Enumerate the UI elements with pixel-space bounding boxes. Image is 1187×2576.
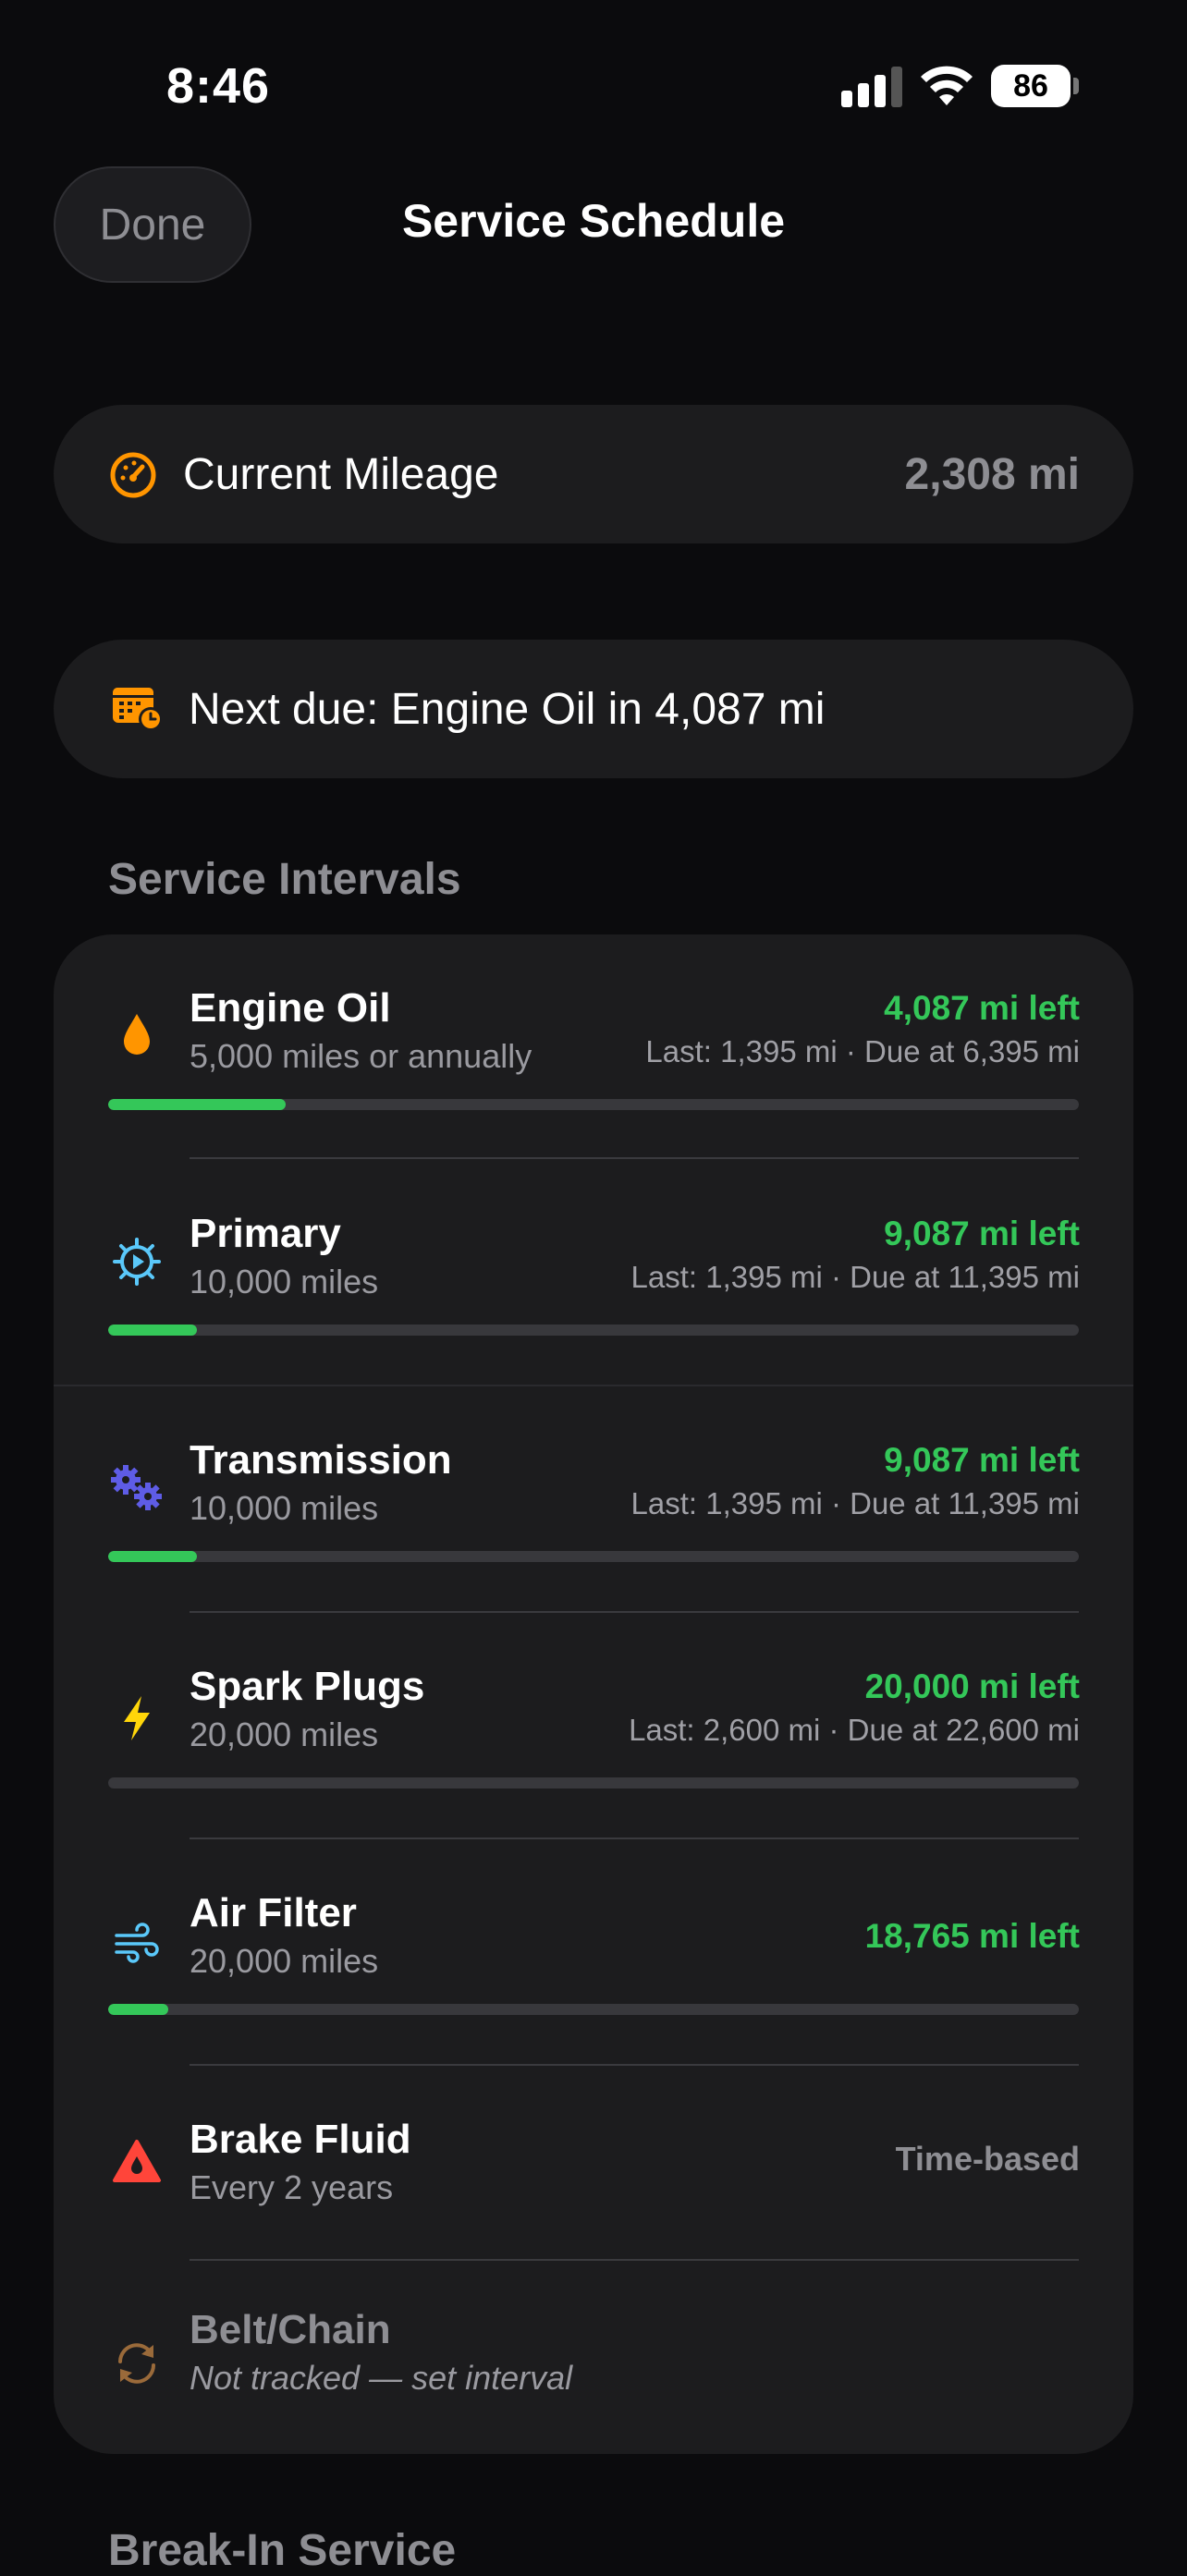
interval-frequency: 20,000 miles — [190, 1942, 379, 1980]
interval-row-belt-chain[interactable]: Belt/Chain Not tracked — set interval — [54, 2261, 1133, 2454]
status-time: 8:46 — [166, 58, 271, 114]
gauge-icon — [110, 452, 156, 498]
interval-remaining: 20,000 mi left — [864, 1667, 1080, 1705]
progress-fill — [108, 1099, 287, 1110]
battery-tip — [1073, 78, 1079, 94]
progress-track — [108, 2004, 1079, 2015]
interval-remaining: 4,087 mi left — [884, 989, 1080, 1027]
interval-name: Engine Oil — [190, 985, 391, 1031]
progress-fill — [108, 1325, 197, 1336]
interval-remaining: 9,087 mi left — [884, 1215, 1080, 1252]
progress-fill — [108, 1551, 197, 1562]
warning-drop-icon — [113, 2140, 161, 2182]
cellular-signal-icon — [841, 67, 902, 107]
interval-name: Belt/Chain — [190, 2307, 391, 2352]
interval-row-brake-fluid[interactable]: Brake Fluid Every 2 years Time-based — [54, 2066, 1133, 2260]
interval-row-transmission[interactable]: Transmission 10,000 miles 9,087 mi left … — [54, 1386, 1133, 1612]
interval-name: Transmission — [190, 1437, 452, 1483]
page-title: Service Schedule — [401, 195, 786, 247]
interval-frequency: 5,000 miles or annually — [190, 1037, 532, 1075]
interval-detail: Last: 1,395 mi · Due at 6,395 mi — [645, 1034, 1080, 1068]
next-due-text: Next due: Engine Oil in 4,087 mi — [189, 685, 826, 734]
calendar-clock-icon — [113, 688, 163, 731]
interval-frequency: Not tracked — set interval — [190, 2359, 573, 2397]
cycle-arrows-icon — [118, 2343, 155, 2384]
oil-drop-icon — [124, 1014, 150, 1055]
interval-name: Air Filter — [190, 1890, 357, 1935]
interval-row-spark-plugs[interactable]: Spark Plugs 20,000 miles 20,000 mi left … — [54, 1613, 1133, 1838]
interval-remaining: 9,087 mi left — [884, 1441, 1080, 1479]
progress-track — [108, 1099, 1079, 1110]
interval-frequency: 10,000 miles — [190, 1489, 379, 1527]
next-due-banner: Next due: Engine Oil in 4,087 mi — [54, 640, 1133, 778]
interval-frequency: 20,000 miles — [190, 1715, 379, 1753]
interval-detail: Last: 1,395 mi · Due at 11,395 mi — [630, 1486, 1080, 1520]
gear-icon — [113, 1238, 161, 1286]
wind-icon — [115, 1923, 159, 1963]
row-divider — [190, 1157, 1079, 1159]
service-intervals-card: Engine Oil 5,000 miles or annually 4,087… — [54, 934, 1133, 2454]
current-mileage-row[interactable]: Current Mileage 2,308 mi — [54, 405, 1133, 543]
interval-detail: Last: 2,600 mi · Due at 22,600 mi — [629, 1713, 1080, 1747]
interval-detail: Last: 1,395 mi · Due at 11,395 mi — [630, 1260, 1080, 1294]
interval-name: Brake Fluid — [190, 2117, 411, 2162]
interval-row-air-filter[interactable]: Air Filter 20,000 miles 18,765 mi left — [54, 1839, 1133, 2065]
current-mileage-value: 2,308 mi — [904, 450, 1080, 499]
progress-fill — [108, 2004, 169, 2015]
progress-track — [108, 1777, 1079, 1789]
progress-track — [108, 1551, 1079, 1562]
interval-row-primary[interactable]: Primary 10,000 miles 9,087 mi left Last:… — [54, 1160, 1133, 1386]
interval-frequency: Every 2 years — [190, 2168, 394, 2206]
interval-remaining: 18,765 mi left — [864, 1917, 1080, 1955]
battery-indicator: 86 — [991, 65, 1080, 107]
section-header-service-intervals: Service Intervals — [108, 855, 461, 904]
gears-icon — [111, 1465, 162, 1510]
interval-name: Primary — [190, 1211, 341, 1256]
interval-frequency: 10,000 miles — [190, 1263, 379, 1300]
interval-status: Time-based — [895, 2140, 1080, 2178]
interval-row-engine-oil[interactable]: Engine Oil 5,000 miles or annually 4,087… — [54, 934, 1133, 1160]
section-header-break-in-service: Break-In Service — [108, 2526, 457, 2575]
battery-level: 86 — [991, 65, 1071, 107]
progress-track — [108, 1325, 1079, 1336]
current-mileage-label: Current Mileage — [183, 450, 499, 499]
wifi-icon — [921, 66, 973, 105]
bolt-icon — [124, 1696, 150, 1740]
interval-name: Spark Plugs — [190, 1664, 425, 1709]
